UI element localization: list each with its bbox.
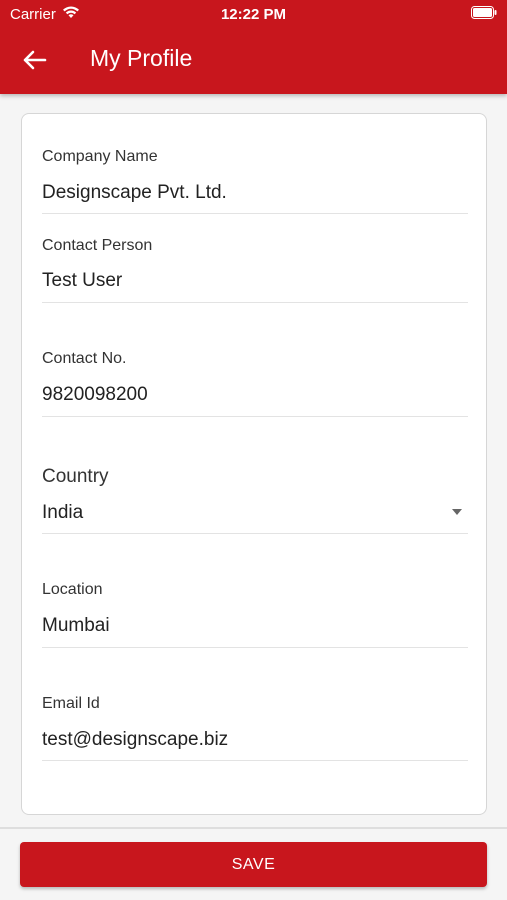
location-field[interactable]: Location Mumbai [42, 533, 468, 648]
company-name-label: Company Name [42, 148, 158, 165]
battery-icon [471, 6, 497, 19]
contact-no-field[interactable]: Contact No. 9820098200 [42, 302, 468, 417]
contact-no-input[interactable]: 9820098200 [42, 384, 148, 406]
page-title: My Profile [90, 45, 193, 71]
contact-person-label: Contact Person [42, 237, 153, 254]
save-button[interactable]: SAVE [20, 842, 487, 887]
status-bar: Carrier 12:22 PM [0, 0, 507, 28]
contact-person-input[interactable]: Test User [42, 270, 122, 292]
contact-person-field[interactable]: Contact Person Test User [42, 213, 468, 303]
country-field[interactable]: Country India [42, 416, 468, 534]
clock: 12:22 PM [220, 6, 287, 23]
profile-form-card: Company Name Designscape Pvt. Ltd. Conta… [21, 113, 487, 815]
company-name-field[interactable]: Company Name Designscape Pvt. Ltd. [42, 114, 468, 214]
email-field[interactable]: Email Id test@designscape.biz [42, 647, 468, 761]
company-name-input[interactable]: Designscape Pvt. Ltd. [42, 182, 227, 204]
back-arrow-icon[interactable] [22, 48, 48, 72]
email-label: Email Id [42, 695, 100, 712]
country-select[interactable]: India [42, 502, 83, 524]
dropdown-arrow-icon[interactable] [452, 509, 462, 515]
app-bar: Carrier 12:22 PM My Profile [0, 0, 507, 94]
location-label: Location [42, 581, 103, 598]
contact-no-label: Contact No. [42, 350, 127, 367]
footer-divider [0, 827, 507, 829]
country-label: Country [42, 466, 109, 487]
location-input[interactable]: Mumbai [42, 615, 110, 637]
email-input[interactable]: test@designscape.biz [42, 729, 228, 751]
